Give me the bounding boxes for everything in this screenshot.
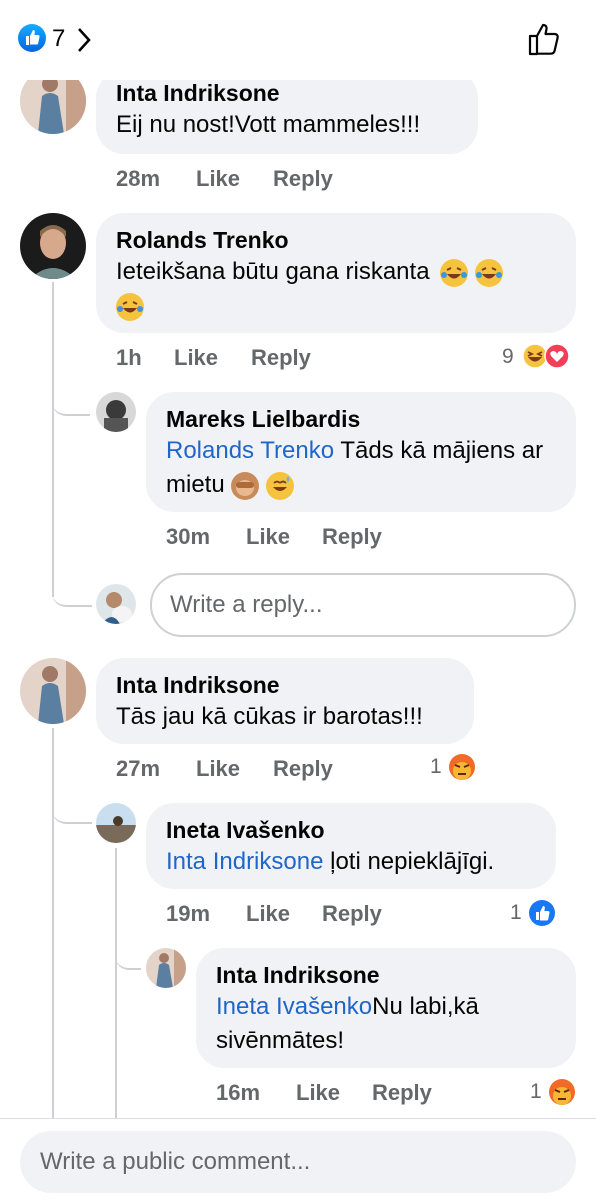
like-count[interactable]: 7 <box>52 24 65 54</box>
grinning-sweat-emoji-icon <box>266 471 295 500</box>
comment-actions: 27m Like Reply <box>116 756 416 784</box>
avatar[interactable] <box>20 658 86 724</box>
see-no-evil-monkey-emoji-icon <box>231 471 260 500</box>
comment-time: 16m <box>216 1080 261 1105</box>
reaction-count-number: 1 <box>430 755 442 778</box>
reply-link[interactable]: Reply <box>273 166 333 192</box>
comment-author[interactable]: Mareks Lielbardis <box>166 404 556 434</box>
comment-content: Ieteikšana būtu gana riskanta <box>116 255 556 323</box>
avatar <box>96 584 136 624</box>
reaction-count-number: 1 <box>510 901 522 924</box>
comment-content: Rolands Trenko Tāds kā mājiens ar mietu <box>166 434 556 502</box>
mention-link[interactable]: Ineta Ivašenko <box>216 993 372 1020</box>
comment-author[interactable]: Inta Indriksone <box>216 960 556 990</box>
comment-author[interactable]: Rolands Trenko <box>116 225 556 255</box>
comment-actions: 30m Like Reply <box>166 524 466 552</box>
thread-connector <box>52 800 92 824</box>
comment-author[interactable]: Inta Indriksone <box>116 78 458 108</box>
reply-link[interactable]: Reply <box>322 524 382 550</box>
thread-connector <box>115 948 141 970</box>
comment-author[interactable]: Inta Indriksone <box>116 670 454 700</box>
reply-link[interactable]: Reply <box>251 345 311 371</box>
comment-time: 30m <box>166 524 211 549</box>
avatar[interactable] <box>96 392 136 432</box>
comment-text: Tās jau kā cūkas ir barotas!!! <box>116 703 423 730</box>
laughing-tears-emoji-icon <box>474 258 503 287</box>
comment-bubble: Ineta Ivašenko Inta Indriksone ļoti nepi… <box>146 803 556 889</box>
reply-link[interactable]: Reply <box>372 1080 432 1106</box>
reaction-count-number: 9 <box>502 345 514 368</box>
mention-link[interactable]: Rolands Trenko <box>166 437 334 464</box>
laughing-tears-emoji-icon <box>440 258 469 287</box>
comment-content: Ineta IvašenkoNu labi,kā sivēnmātes! <box>216 990 556 1058</box>
thread-line <box>52 282 54 597</box>
reply-link[interactable]: Reply <box>322 901 382 927</box>
avatar[interactable] <box>20 213 86 279</box>
like-link[interactable]: Like <box>174 345 218 371</box>
comment-time: 27m <box>116 756 161 781</box>
angry-reaction-icon <box>449 754 475 780</box>
like-link[interactable]: Like <box>246 901 290 927</box>
like-link[interactable]: Like <box>296 1080 340 1106</box>
avatar[interactable] <box>146 948 186 988</box>
laughing-tears-emoji-icon <box>116 292 144 321</box>
comment-bubble: Inta Indriksone Ineta IvašenkoNu labi,kā… <box>196 948 576 1068</box>
comment-bubble: Rolands Trenko Ieteikšana būtu gana risk… <box>96 213 576 333</box>
comment-time: 1h <box>116 345 142 370</box>
avatar[interactable] <box>96 803 136 843</box>
like-link[interactable]: Like <box>196 166 240 192</box>
like-outline-icon[interactable] <box>526 20 564 58</box>
like-reaction-icon[interactable] <box>18 24 46 52</box>
comment-actions: 19m Like Reply <box>166 901 466 929</box>
comment-text: Ieteikšana būtu gana riskanta <box>116 258 430 285</box>
comment-time: 19m <box>166 901 211 926</box>
like-link[interactable]: Like <box>196 756 240 782</box>
comment-text: ļoti nepieklājīgi. <box>323 848 495 875</box>
comment-bubble: Inta Indriksone Tās jau kā cūkas ir baro… <box>96 658 474 744</box>
like-link[interactable]: Like <box>246 524 290 550</box>
comment-time: 28m <box>116 166 161 191</box>
comment-bubble: Inta Indriksone Eij nu nost!Vott mammele… <box>96 70 478 154</box>
comment-composer: Write a public comment... <box>0 1118 596 1201</box>
comment-actions: 28m Like Reply <box>116 166 416 194</box>
thread-connector <box>52 585 92 607</box>
reaction-count-number: 1 <box>530 1080 542 1103</box>
comment-text: Eij nu nost!Vott mammeles!!! <box>116 111 421 138</box>
comment-bubble: Mareks Lielbardis Rolands Trenko Tāds kā… <box>146 392 576 512</box>
mention-link[interactable]: Inta Indriksone <box>166 848 323 875</box>
thread-line <box>115 848 117 1118</box>
reply-input[interactable]: Write a reply... <box>150 573 576 637</box>
public-comment-input[interactable]: Write a public comment... <box>20 1131 576 1193</box>
chevron-right-icon[interactable] <box>74 26 94 54</box>
like-reaction-icon <box>529 900 555 926</box>
thread-line <box>52 728 54 1118</box>
comment-actions: 1h Like Reply <box>116 345 416 373</box>
comment-author[interactable]: Ineta Ivašenko <box>166 815 536 845</box>
comment-actions: 16m Like Reply <box>216 1080 516 1108</box>
comment-content: Inta Indriksone ļoti nepieklājīgi. <box>166 845 536 879</box>
angry-reaction-icon <box>549 1079 575 1105</box>
reply-link[interactable]: Reply <box>273 756 333 782</box>
reactions-header: 7 <box>0 0 596 80</box>
love-reaction-icon <box>544 343 570 369</box>
thread-connector <box>52 390 90 416</box>
